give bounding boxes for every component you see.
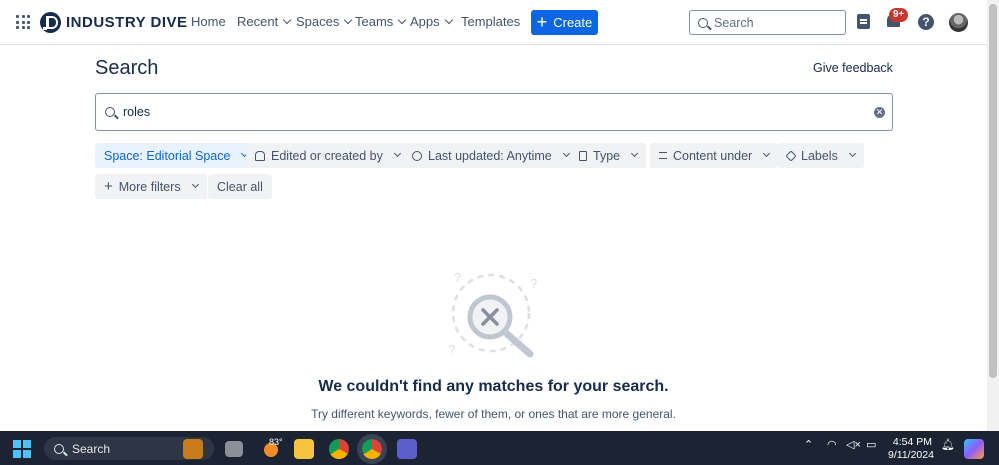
help-icon[interactable]: ? (918, 14, 934, 30)
nav-teams-label: Teams (355, 14, 394, 29)
page-title: Search (95, 57, 159, 79)
list-icon (659, 152, 667, 159)
nav-home[interactable]: Home (191, 14, 226, 29)
nav-templates-label: Templates (461, 14, 521, 29)
nav-recent-label: Recent (237, 14, 279, 29)
weather-temperature: 83° (269, 437, 283, 447)
no-results-illustration: ? ? ? (448, 270, 537, 358)
chevron-down-icon (631, 149, 639, 158)
filter-edited-by-label: Edited or created by (271, 148, 383, 163)
clock-date: 9/11/2024 (888, 449, 934, 461)
clear-all-label: Clear all (217, 179, 263, 194)
teams-icon[interactable] (397, 439, 417, 459)
filter-content-under[interactable]: Content under (650, 143, 779, 168)
nav-spaces-label: Spaces (296, 14, 340, 29)
document-icon (579, 150, 587, 161)
briefcase-icon[interactable] (183, 439, 203, 459)
chevron-down-icon (562, 149, 570, 158)
chevron-down-icon (393, 149, 401, 158)
filter-space[interactable]: Space: Editorial Space (95, 143, 257, 168)
clear-search-icon[interactable]: ✕ (874, 107, 885, 118)
search-input[interactable]: roles (95, 93, 893, 131)
filter-edited-by[interactable]: Edited or created by (246, 143, 409, 168)
chevron-down-icon (344, 15, 353, 24)
nav-recent[interactable]: Recent (237, 14, 292, 29)
notification-badge: 9+ (889, 8, 909, 22)
notification-bell-icon[interactable]: 🔔︎ (941, 438, 955, 451)
filter-space-label: Space: Editorial Space (104, 148, 231, 163)
chevron-down-icon (444, 15, 453, 24)
chevron-down-icon (191, 180, 199, 189)
scrollbar-thumb[interactable] (989, 4, 997, 378)
chevron-down-icon (282, 15, 292, 24)
svg-text:?: ? (454, 270, 461, 285)
svg-text:?: ? (448, 342, 455, 357)
give-feedback-link[interactable]: Give feedback (813, 61, 893, 75)
filter-type[interactable]: Type (570, 143, 647, 168)
top-search-input[interactable]: Search (689, 10, 846, 35)
tag-icon (785, 149, 797, 162)
task-view-icon[interactable] (225, 441, 243, 457)
nav-teams[interactable]: Teams (355, 14, 407, 29)
clear-all-button[interactable]: Clear all (208, 174, 272, 199)
taskbar-clock[interactable]: 4:54 PM 9/11/2024 (888, 436, 934, 462)
clock-icon (412, 150, 422, 161)
search-icon (105, 107, 115, 117)
filter-type-label: Type (593, 148, 621, 163)
brand-name: INDUSTRY DIVE (66, 14, 188, 31)
app-switcher-icon[interactable] (16, 15, 30, 29)
filter-content-under-label: Content under (673, 148, 753, 163)
avatar[interactable] (949, 13, 968, 32)
volume-muted-icon[interactable]: ◁× (846, 438, 861, 451)
chevron-down-icon (763, 149, 771, 158)
plus-icon: + (104, 178, 113, 195)
chevron-down-icon (398, 15, 407, 24)
windows-start-icon[interactable] (13, 440, 31, 458)
file-explorer-icon[interactable] (294, 439, 314, 459)
more-filters-label: More filters (118, 179, 181, 194)
chrome-icon[interactable] (329, 439, 349, 459)
nav-apps-label: Apps (410, 14, 440, 29)
chevron-down-icon (848, 149, 856, 158)
calendar-icon[interactable] (857, 14, 870, 29)
wifi-icon[interactable]: ◠ (827, 438, 837, 451)
nav-home-label: Home (191, 14, 226, 29)
taskbar-search-placeholder: Search (72, 441, 111, 456)
empty-state-title: We couldn't find any matches for your se… (318, 378, 669, 395)
nav-spaces[interactable]: Spaces (296, 14, 353, 29)
filter-last-updated-label: Last updated: Anytime (428, 148, 552, 163)
filter-last-updated[interactable]: Last updated: Anytime (403, 143, 578, 168)
create-button[interactable]: + Create (531, 10, 598, 35)
confluence-window: INDUSTRY DIVE Home Recent Spaces Teams A… (0, 0, 999, 431)
filter-labels-label: Labels (801, 148, 838, 163)
create-label: Create (553, 15, 593, 30)
clock-time: 4:54 PM (892, 436, 932, 448)
search-icon (54, 443, 64, 454)
top-search-placeholder: Search (714, 15, 754, 30)
industry-dive-logo-icon (40, 12, 61, 33)
plus-icon: + (536, 11, 548, 32)
copilot-icon[interactable] (964, 439, 984, 459)
empty-state-subtitle: Try different keywords, fewer of them, o… (311, 407, 676, 421)
brand-logo[interactable]: INDUSTRY DIVE (40, 12, 188, 33)
battery-icon[interactable]: ▭ (866, 438, 876, 451)
nav-templates[interactable]: Templates (461, 14, 520, 29)
more-filters-button[interactable]: + More filters (95, 174, 207, 199)
filter-labels[interactable]: Labels (778, 143, 864, 168)
people-icon (255, 150, 265, 161)
nav-apps[interactable]: Apps (410, 14, 453, 29)
top-navigation: INDUSTRY DIVE Home Recent Spaces Teams A… (0, 0, 999, 45)
chrome-active-icon[interactable] (362, 439, 382, 459)
search-query-value: roles (123, 105, 151, 119)
search-icon (698, 17, 708, 28)
svg-text:?: ? (530, 276, 537, 291)
chevron-up-icon[interactable]: ⌃ (804, 438, 813, 451)
